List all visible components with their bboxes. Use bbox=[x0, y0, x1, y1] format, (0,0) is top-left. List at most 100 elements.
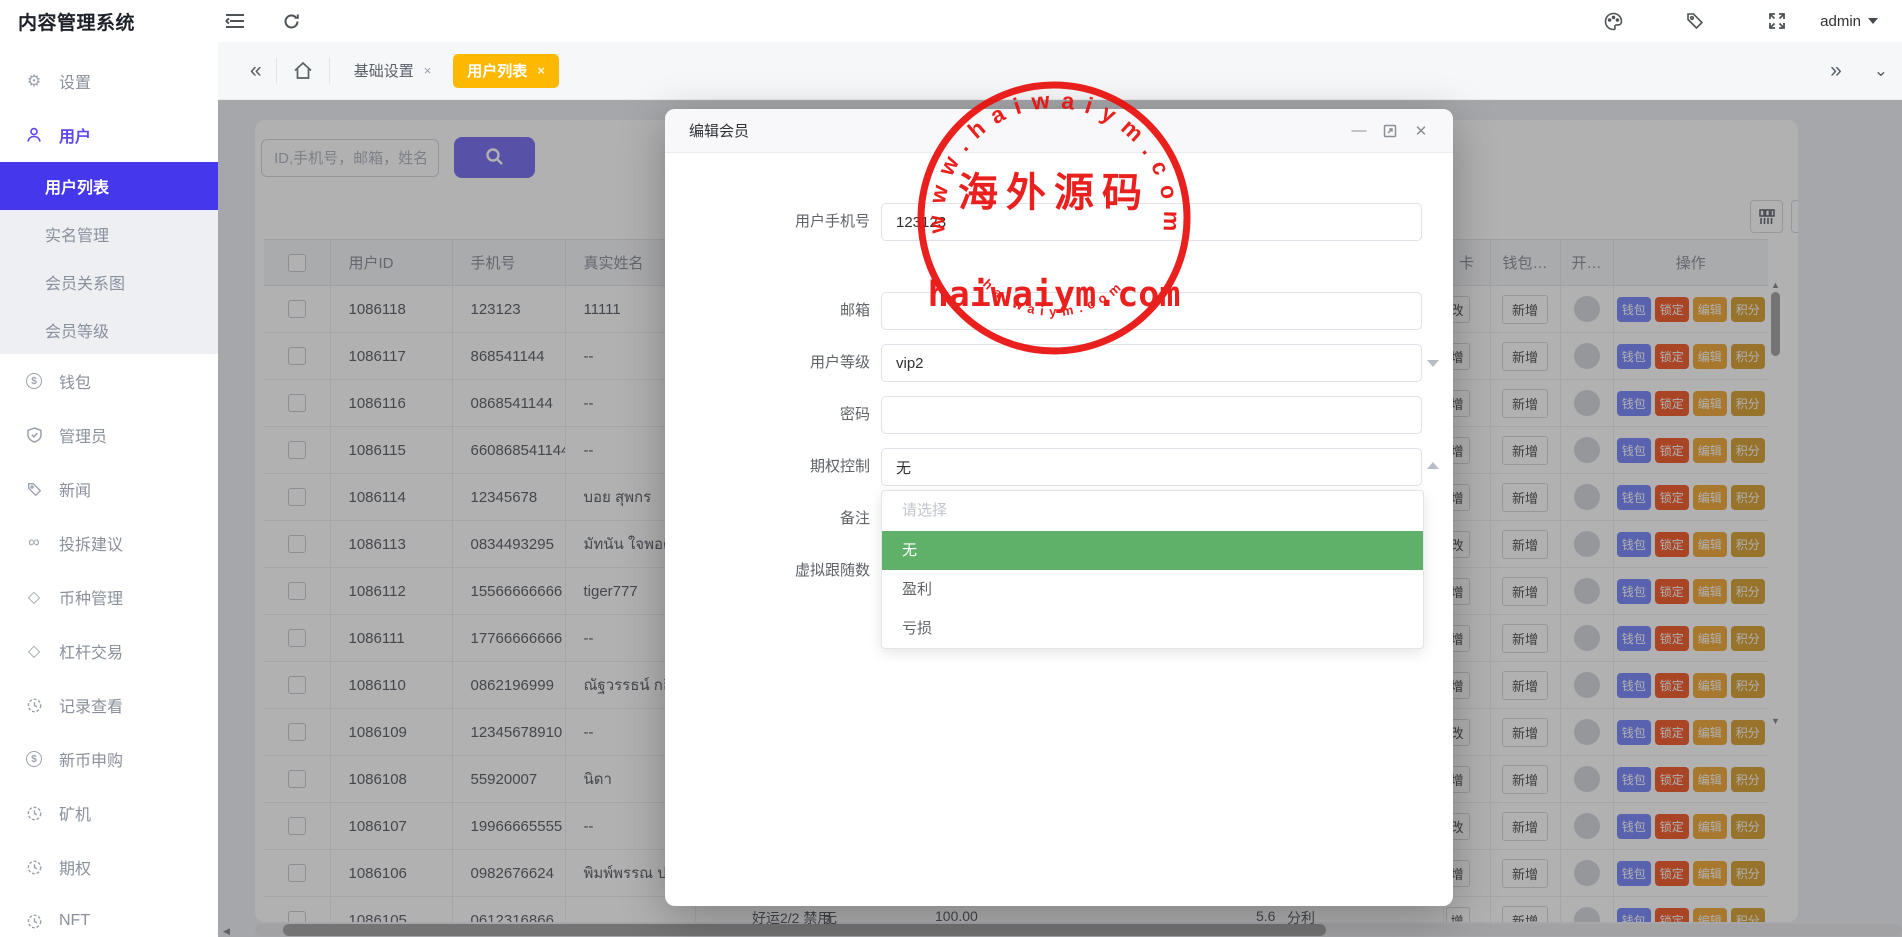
field-label: 密码 bbox=[665, 396, 870, 434]
dropdown-option-盈利[interactable]: 盈利 bbox=[882, 570, 1423, 609]
topbar-main: admin bbox=[218, 0, 1902, 42]
form-row-3: 密码 bbox=[665, 396, 1453, 434]
sidebar-item-label: 记录查看 bbox=[59, 693, 123, 717]
dollar-icon: $ bbox=[24, 373, 44, 389]
clock-icon bbox=[24, 698, 44, 713]
input-邮箱[interactable] bbox=[881, 292, 1422, 330]
sidebar-menu: ⚙ 设置用户用户列表实名管理会员关系图会员等级 $ 钱包管理员新闻 ∞ 投拆建议 ◇ 币种管理… bbox=[0, 42, 218, 937]
tab-close-icon[interactable]: × bbox=[424, 63, 432, 78]
user-name: admin bbox=[1820, 13, 1861, 30]
gear-icon: ⚙ bbox=[24, 71, 44, 91]
input-用户手机号[interactable] bbox=[881, 203, 1422, 241]
user-menu[interactable]: admin bbox=[1820, 13, 1878, 30]
sidebar-item-label: 钱包 bbox=[59, 369, 91, 393]
tab-close-icon[interactable]: × bbox=[537, 63, 545, 78]
sidebar-item-label: 新币申购 bbox=[59, 747, 123, 771]
sidebar-item-0[interactable]: ⚙ 设置 bbox=[0, 54, 218, 108]
sidebar-item-label: 新闻 bbox=[59, 477, 91, 501]
sidebar-subitem[interactable]: 用户列表 bbox=[0, 162, 218, 210]
tabs-menu-chevron-icon[interactable]: ⌄ bbox=[1874, 61, 1888, 81]
tag-icon[interactable] bbox=[1678, 4, 1712, 38]
dialog-body: 用户手机号邮箱用户等级vip2密码期权控制无备注虚拟跟随数请选择无盈利亏损 bbox=[665, 153, 1453, 906]
open-tabs: 基础设置 × 用户列表 × bbox=[340, 54, 559, 88]
sidebar-item-label: 用户 bbox=[59, 123, 91, 147]
tabbar-right: » ⌄ bbox=[1816, 59, 1902, 83]
form-row-4: 期权控制无 bbox=[665, 448, 1453, 486]
chevron-double-left-icon[interactable]: « bbox=[236, 59, 276, 83]
sidebar-item-3[interactable]: 管理员 bbox=[0, 408, 218, 462]
sidebar-item-users[interactable]: 用户 bbox=[0, 108, 218, 162]
sidebar-item-label: 投拆建议 bbox=[59, 531, 123, 555]
input-密码[interactable] bbox=[881, 396, 1422, 434]
field-label: 期权控制 bbox=[665, 448, 870, 486]
theme-palette-icon[interactable] bbox=[1596, 4, 1630, 38]
shield-icon bbox=[24, 427, 44, 443]
app-title: 内容管理系统 bbox=[0, 8, 218, 35]
sidebar-item-7[interactable]: ◇杠杆交易 bbox=[0, 624, 218, 678]
option-dropdown: 请选择无盈利亏损 bbox=[881, 490, 1424, 649]
dropdown-option-亏损[interactable]: 亏损 bbox=[882, 609, 1423, 648]
topbar: 内容管理系统 admin bbox=[0, 0, 1902, 42]
sidebar-item-label: 期权 bbox=[59, 855, 91, 879]
sidebar-item-label: 管理员 bbox=[59, 423, 107, 447]
diamond-icon: ◇ bbox=[24, 587, 44, 607]
tab-基础设置[interactable]: 基础设置 × bbox=[340, 54, 446, 88]
maximize-icon[interactable] bbox=[1382, 123, 1398, 139]
sidebar-subitem[interactable]: 会员等级 bbox=[0, 306, 218, 354]
tag-icon bbox=[24, 482, 44, 497]
edit-member-dialog: 编辑会员 — ✕ 用户手机号邮箱用户等级vip2密码期权控制无备注虚拟跟随数请选… bbox=[665, 109, 1453, 906]
chevron-double-right-icon[interactable]: » bbox=[1816, 59, 1856, 83]
chevron-down-icon bbox=[1868, 18, 1878, 24]
sidebar-item-9[interactable]: $ 新币申购 bbox=[0, 732, 218, 786]
tab-label: 基础设置 bbox=[354, 60, 414, 81]
fullscreen-icon[interactable] bbox=[1760, 4, 1794, 38]
sidebar-submenu: 用户列表实名管理会员关系图会员等级 bbox=[0, 162, 218, 354]
sidebar-item-label: NFT bbox=[59, 912, 90, 930]
sidebar-item-label: 币种管理 bbox=[59, 585, 123, 609]
divider bbox=[329, 58, 330, 84]
sidebar-item-6[interactable]: ◇ 币种管理 bbox=[0, 570, 218, 624]
clock-icon bbox=[24, 914, 44, 929]
chevron-up-icon bbox=[1427, 462, 1439, 469]
field-label: 虚拟跟随数 bbox=[665, 552, 870, 590]
sidebar-item-12[interactable]: NFT bbox=[0, 894, 218, 937]
refresh-icon[interactable] bbox=[274, 4, 308, 38]
field-label: 备注 bbox=[665, 500, 870, 538]
tab-label: 用户列表 bbox=[467, 60, 527, 81]
sidebar-item-2[interactable]: $ 钱包 bbox=[0, 354, 218, 408]
sidebar-item-label: 设置 bbox=[59, 69, 91, 93]
sidebar-item-10[interactable]: 矿机 bbox=[0, 786, 218, 840]
form-row-1: 邮箱 bbox=[665, 292, 1453, 330]
topbar-right: admin bbox=[1596, 4, 1902, 38]
sidebar-item-8[interactable]: 记录查看 bbox=[0, 678, 218, 732]
sidebar-item-11[interactable]: 期权 bbox=[0, 840, 218, 894]
select-期权控制[interactable]: 无 bbox=[881, 448, 1422, 486]
sidebar-subitem[interactable]: 实名管理 bbox=[0, 210, 218, 258]
clock-icon bbox=[24, 806, 44, 821]
field-label: 用户手机号 bbox=[665, 203, 870, 241]
sidebar-subitem[interactable]: 会员关系图 bbox=[0, 258, 218, 306]
close-icon[interactable]: ✕ bbox=[1413, 123, 1429, 139]
dialog-header[interactable]: 编辑会员 — ✕ bbox=[665, 109, 1453, 153]
tabbar: « 基础设置 × 用户列表 × » ⌄ bbox=[218, 42, 1902, 100]
dropdown-placeholder: 请选择 bbox=[882, 491, 1423, 531]
select-用户等级[interactable]: vip2 bbox=[881, 344, 1422, 382]
form-row-0: 用户手机号 bbox=[665, 203, 1453, 241]
form-row-2: 用户等级vip2 bbox=[665, 344, 1453, 382]
sidebar-item-label: 杠杆交易 bbox=[59, 639, 123, 663]
tab-用户列表[interactable]: 用户列表 × bbox=[453, 54, 559, 88]
app-root: 内容管理系统 admin bbox=[0, 0, 1902, 937]
infinity-icon: ∞ bbox=[24, 534, 44, 552]
sidebar-item-4[interactable]: 新闻 bbox=[0, 462, 218, 516]
sidebar-item-5[interactable]: ∞ 投拆建议 bbox=[0, 516, 218, 570]
home-icon[interactable] bbox=[277, 61, 329, 80]
minimize-icon[interactable]: — bbox=[1351, 123, 1367, 139]
collapse-menu-icon[interactable] bbox=[218, 4, 252, 38]
sidebar-item-label: 矿机 bbox=[59, 801, 91, 825]
dialog-title: 编辑会员 bbox=[689, 120, 749, 141]
field-label: 邮箱 bbox=[665, 292, 870, 330]
dropdown-option-无[interactable]: 无 bbox=[882, 531, 1423, 570]
chevron-down-icon bbox=[1427, 360, 1439, 367]
dialog-controls: — ✕ bbox=[1351, 123, 1429, 139]
dollar-icon: $ bbox=[24, 751, 44, 767]
